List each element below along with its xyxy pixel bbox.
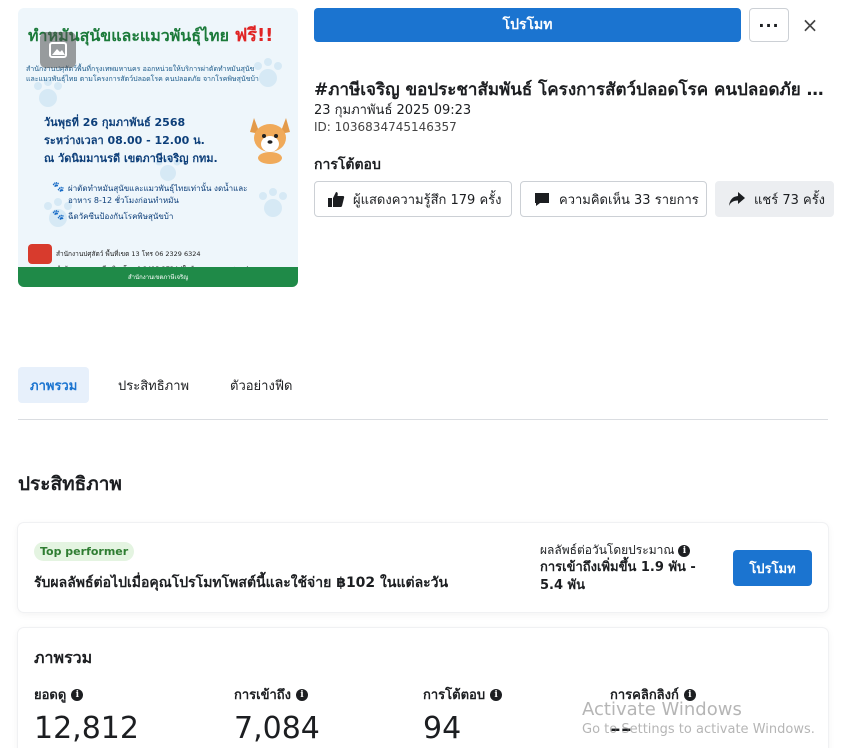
more-options-button[interactable]: ··· — [749, 8, 789, 42]
section-title: ประสิทธิภาพ — [18, 473, 122, 495]
close-button[interactable]: × — [798, 10, 822, 40]
share-icon — [729, 192, 745, 206]
metric-reach: การเข้าถึง i 7,084 — [234, 688, 320, 746]
metric-value: 12,812 — [34, 711, 139, 746]
reactions-button[interactable]: ผู้แสดงความรู้สึก 179 ครั้ง — [314, 181, 512, 217]
metric-value: 94 — [423, 711, 462, 746]
info-icon[interactable]: i — [678, 544, 691, 557]
recommendation-card: Top performer รับผลลัพธ์ต่อไปเมื่อคุณโปร… — [18, 523, 828, 612]
more-icon: ··· — [758, 15, 780, 35]
phone-icon — [28, 244, 52, 264]
overview-card: ภาพรวม ยอดดู i 12,812 การเข้าถึง i 7,084 ก… — [18, 628, 828, 748]
promote-button[interactable]: โปรโมท — [314, 8, 741, 42]
post-date: 23 กุมภาพันธ์ 2025 09:23 — [314, 103, 472, 118]
like-icon — [328, 192, 345, 207]
top-performer-badge: Top performer — [34, 542, 135, 561]
comments-button[interactable]: ความคิดเห็น 33 รายการ — [520, 181, 707, 217]
metric-engagement: การโต้ตอบ i 94 — [423, 684, 503, 746]
info-icon[interactable]: i — [490, 688, 503, 701]
info-icon[interactable]: i — [683, 688, 696, 701]
comments-label: ความคิดเห็น 33 รายการ — [559, 192, 699, 208]
shares-button[interactable]: แชร์ 73 ครั้ง — [715, 181, 834, 217]
info-icon[interactable]: i — [71, 688, 84, 701]
metric-value: -- — [610, 711, 632, 746]
overview-title: ภาพรวม — [34, 648, 93, 667]
tab-feed-preview[interactable]: ตัวอย่างฟีด — [218, 367, 304, 403]
tab-performance[interactable]: ประสิทธิภาพ — [106, 367, 201, 403]
poster-date: วันพุธที่ 26 กุมภาพันธ์ 2568 ระหว่างเวลา… — [44, 116, 218, 165]
tab-overview[interactable]: ภาพรวม — [18, 367, 90, 403]
close-icon: × — [801, 13, 819, 37]
shares-label: แชร์ 73 ครั้ง — [754, 192, 826, 208]
poster-bullets: ผ่าตัดทำหมันสุนัขและแมวพันธุ์ไทยเท่านั้น… — [52, 182, 262, 227]
estimate-value: การเข้าถึงเพิ่มขึ้น 1.9 พัน - 5.4 พัน — [540, 560, 696, 593]
promote-card-button[interactable]: โปรโมท — [733, 550, 812, 586]
metric-link-clicks: การคลิกลิงก์ i -- — [610, 684, 696, 746]
post-image[interactable]: ทำหมันสุนัขและแมวพันธุ์ไทย ฟรี!! สำนักงา… — [18, 8, 298, 287]
reactions-label: ผู้แสดงความรู้สึก 179 ครั้ง — [353, 192, 502, 208]
tabs-divider — [18, 419, 828, 420]
info-icon[interactable]: i — [296, 688, 309, 701]
metric-value: 7,084 — [234, 711, 320, 746]
recommendation-text: รับผลลัพธ์ต่อไปเมื่อคุณโปรโมทโพสต์นี้และ… — [34, 575, 449, 591]
estimate-label: ผลลัพธ์ต่อวันโดยประมาณ i — [540, 541, 691, 560]
engagement-label: การโต้ตอบ — [314, 157, 381, 173]
metric-views: ยอดดู i 12,812 — [34, 688, 139, 746]
corgi-illustration — [250, 118, 290, 164]
post-id: ID: 1036834745146357 — [314, 120, 457, 134]
comment-icon — [535, 193, 549, 206]
image-expand-icon[interactable] — [40, 32, 76, 68]
poster-footer: สำนักงานเขตภาษีเจริญ — [18, 267, 298, 287]
